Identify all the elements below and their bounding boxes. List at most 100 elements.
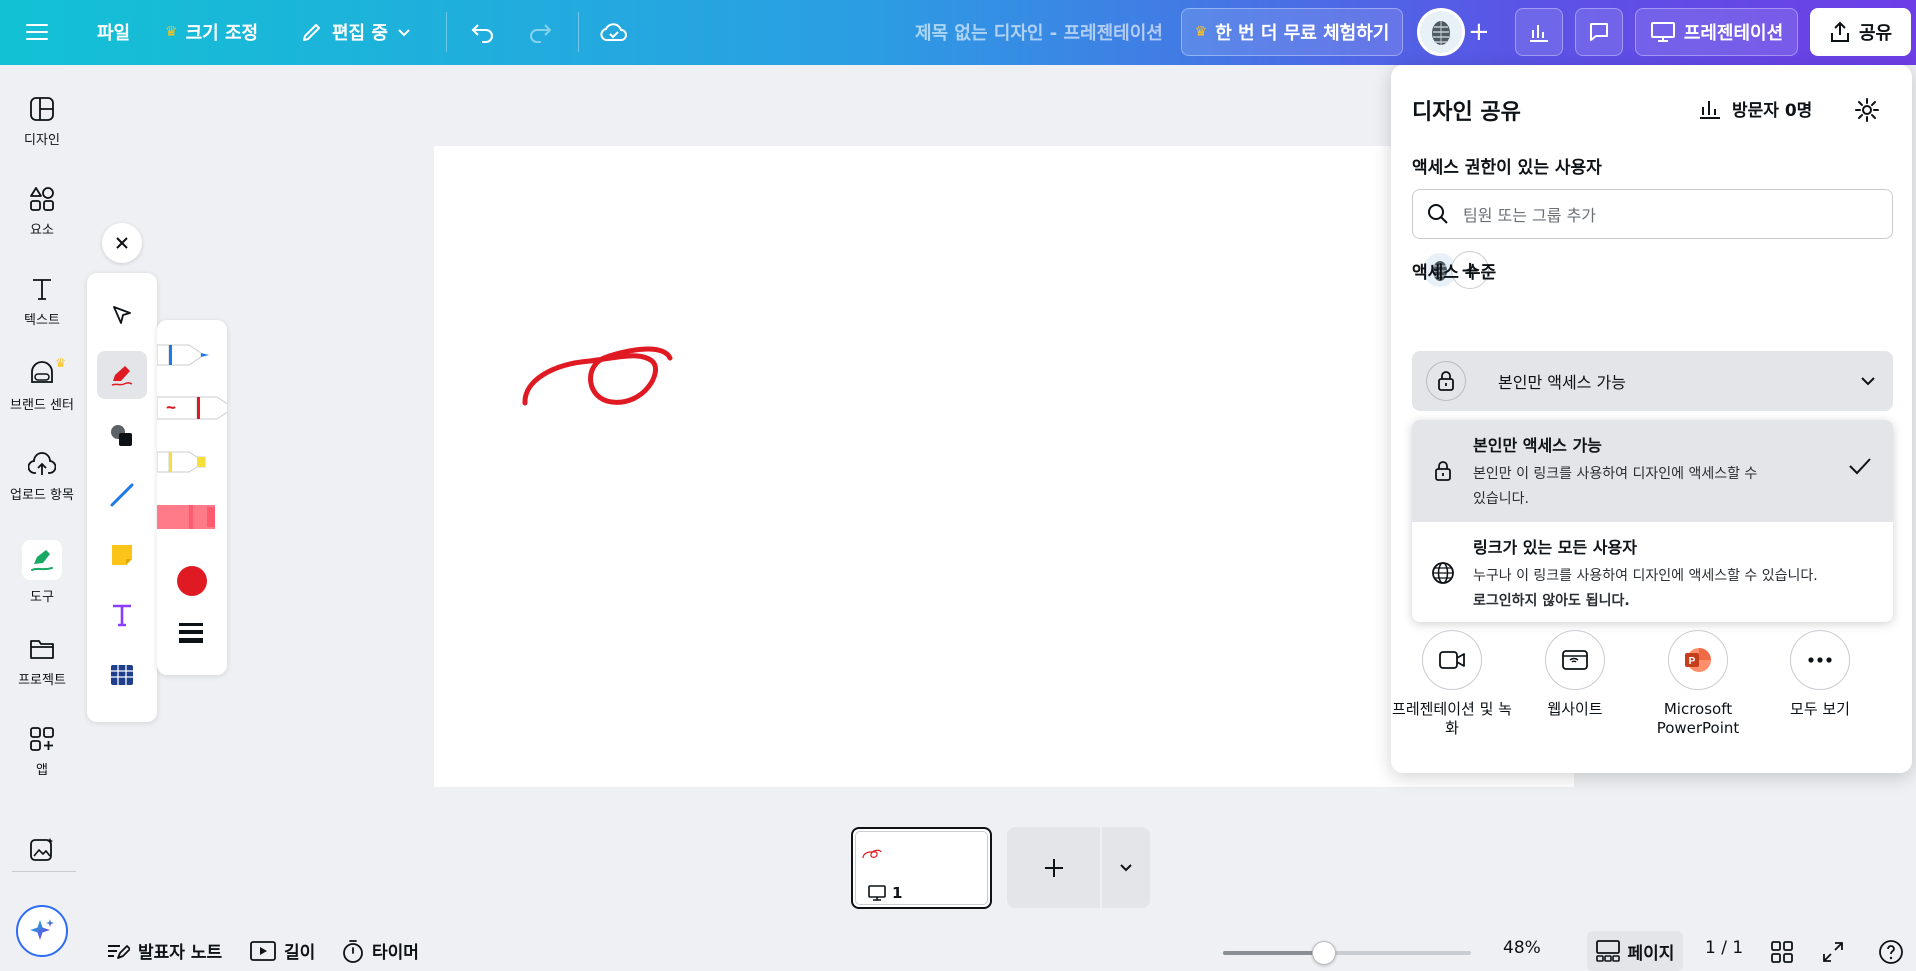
action-label: 모두 보기 bbox=[1790, 700, 1850, 718]
zoom-percentage[interactable]: 48% bbox=[1503, 938, 1541, 958]
insights-icon[interactable] bbox=[1515, 8, 1563, 56]
share-action-website[interactable]: 웹사이트 bbox=[1514, 630, 1636, 719]
zoom-slider-handle[interactable] bbox=[1312, 941, 1336, 965]
action-label: 프레젠테이션 및 녹화 bbox=[1392, 700, 1512, 737]
magic-assistant-button[interactable] bbox=[16, 905, 68, 957]
sidebar-item-label: 도구 bbox=[30, 590, 54, 605]
chevron-down-icon bbox=[398, 29, 410, 37]
bar-chart-icon bbox=[1700, 100, 1720, 119]
share-panel-title: 디자인 공유 bbox=[1412, 100, 1521, 125]
free-trial-button[interactable]: ♛ 한 번 더 무료 체험하기 bbox=[1181, 8, 1403, 56]
access-option-only-me[interactable]: 본인만 액세스 가능 본인만 이 링크를 사용하여 디자인에 액세스할 수 있습… bbox=[1412, 420, 1893, 522]
undo-icon[interactable] bbox=[470, 10, 496, 54]
pen-blue-button[interactable] bbox=[157, 340, 227, 374]
page-counter: 1 / 1 bbox=[1705, 938, 1744, 958]
sidebar-item-label: 앱 bbox=[36, 763, 48, 778]
lock-icon bbox=[1430, 458, 1456, 484]
presentation-icon bbox=[868, 885, 886, 901]
page-number-label: 1 bbox=[892, 884, 903, 902]
red-drawing-stroke bbox=[522, 346, 673, 406]
shapes-tool-button[interactable] bbox=[97, 411, 147, 459]
sidebar-item-text[interactable]: 텍스트 bbox=[0, 275, 84, 328]
close-draw-tools-button[interactable] bbox=[102, 223, 142, 263]
presenter-notes-button[interactable]: 발표자 노트 bbox=[106, 938, 222, 963]
pages-view-button[interactable]: 페이지 bbox=[1587, 931, 1683, 971]
page-thumbnail[interactable]: 1 bbox=[851, 827, 992, 909]
action-label: Microsoft PowerPoint bbox=[1656, 700, 1740, 737]
fullscreen-icon[interactable] bbox=[1819, 938, 1847, 966]
share-action-see-all[interactable]: 모두 보기 bbox=[1759, 630, 1881, 719]
sidebar-item-uploads[interactable]: 업로드 항목 bbox=[0, 450, 84, 503]
sidebar-item-apps[interactable]: 앱 bbox=[0, 725, 84, 778]
line-tool-button[interactable] bbox=[97, 471, 147, 519]
pen-red-button[interactable] bbox=[157, 392, 227, 428]
stroke-weight-button[interactable] bbox=[178, 620, 204, 648]
duration-button[interactable]: 길이 bbox=[250, 938, 315, 963]
checkmark-icon bbox=[1847, 455, 1873, 481]
table-tool-button[interactable] bbox=[97, 651, 147, 699]
highlighter-yellow-button[interactable] bbox=[157, 447, 227, 481]
pen-blue-icon bbox=[157, 344, 209, 366]
page-thumbnail-preview: 1 bbox=[855, 831, 988, 905]
add-member-search-input[interactable]: 팀원 또는 그룹 추가 bbox=[1412, 189, 1893, 239]
share-actions-row: 프레젠테이션 및 녹화 웹사이트 P Microsoft PowerPoint … bbox=[1391, 630, 1912, 750]
gear-icon[interactable] bbox=[1852, 95, 1882, 125]
menu-icon[interactable] bbox=[26, 10, 48, 54]
sidebar-divider bbox=[12, 871, 76, 872]
pencil-icon bbox=[303, 24, 320, 41]
access-level-dropdown: 본인만 액세스 가능 본인만 이 링크를 사용하여 디자인에 액세스할 수 있습… bbox=[1412, 420, 1893, 622]
file-menu[interactable]: 파일 bbox=[97, 10, 130, 54]
sidebar-item-label: 텍스트 bbox=[24, 313, 60, 328]
powerpoint-icon: P bbox=[1668, 630, 1728, 690]
share-action-present-record[interactable]: 프레젠테이션 및 녹화 bbox=[1391, 630, 1513, 738]
sticky-note-tool-button[interactable] bbox=[97, 531, 147, 579]
layout-icon bbox=[28, 95, 56, 123]
top-bar: 파일 ♛ 크기 조정 편집 중 제목 없는 디자인 - 프레젠테이션 ♛ 한 번… bbox=[0, 0, 1916, 65]
pen-tool-button[interactable] bbox=[97, 351, 147, 399]
divider bbox=[578, 12, 579, 52]
share-button[interactable]: 공유 bbox=[1810, 8, 1911, 56]
resize-button[interactable]: ♛ 크기 조정 bbox=[165, 10, 258, 54]
visitors-button[interactable]: 방문자 0명 bbox=[1698, 96, 1812, 121]
sidebar-item-image-gen[interactable] bbox=[0, 835, 84, 863]
cloud-saved-icon[interactable] bbox=[600, 10, 628, 54]
user-avatar[interactable] bbox=[1417, 8, 1465, 56]
marker-pink-button[interactable] bbox=[157, 500, 227, 538]
stroke-weight-icon bbox=[179, 623, 203, 643]
share-design-panel: 디자인 공유 방문자 0명 액세스 권한이 있는 사용자 팀원 또는 그룹 추가… bbox=[1391, 65, 1912, 773]
play-screen-icon bbox=[250, 940, 276, 961]
add-collaborator-icon[interactable]: + bbox=[1468, 10, 1490, 54]
option-description-bold: 로그인하지 않아도 됩니다. bbox=[1473, 593, 1630, 609]
grid-view-icon[interactable] bbox=[1768, 938, 1796, 966]
share-action-powerpoint[interactable]: P Microsoft PowerPoint bbox=[1637, 630, 1759, 738]
pages-grid-icon bbox=[1595, 940, 1620, 962]
add-page-options-button[interactable] bbox=[1102, 827, 1150, 908]
sidebar-item-brand[interactable]: ♛ 브랜드 센터 bbox=[0, 356, 84, 413]
sidebar-item-design[interactable]: 디자인 bbox=[0, 95, 84, 148]
editing-mode-button[interactable]: 편집 중 bbox=[300, 10, 412, 54]
select-tool-button[interactable] bbox=[97, 291, 147, 339]
comment-icon[interactable] bbox=[1575, 8, 1623, 56]
add-page-button[interactable] bbox=[1007, 827, 1100, 908]
brand-icon: ♛ bbox=[28, 356, 66, 388]
sidebar-item-draw[interactable]: 도구 bbox=[0, 540, 84, 605]
sidebar-item-elements[interactable]: 요소 bbox=[0, 185, 84, 238]
timer-button[interactable]: 타이머 bbox=[342, 938, 419, 963]
option-title: 본인만 액세스 가능 bbox=[1473, 436, 1602, 455]
help-icon[interactable] bbox=[1877, 938, 1905, 966]
zoom-slider[interactable] bbox=[1223, 941, 1471, 965]
crown-icon: ♛ bbox=[1194, 24, 1208, 40]
sidebar-item-projects[interactable]: 프로젝트 bbox=[0, 635, 84, 688]
upload-icon bbox=[28, 450, 56, 478]
divider bbox=[446, 12, 447, 52]
present-button[interactable]: 프레젠테이션 bbox=[1635, 8, 1798, 56]
pen-options-panel bbox=[157, 320, 227, 675]
access-level-select[interactable]: 본인만 액세스 가능 bbox=[1412, 351, 1893, 411]
access-option-anyone-with-link[interactable]: 링크가 있는 모든 사용자 누구나 이 링크를 사용하여 디자인에 액세스할 수… bbox=[1412, 522, 1893, 622]
color-picker-button[interactable] bbox=[176, 565, 208, 601]
table-icon bbox=[111, 665, 133, 685]
text-tool-button[interactable] bbox=[97, 591, 147, 639]
pages-label: 페이지 bbox=[1627, 943, 1675, 964]
redo-icon[interactable] bbox=[527, 10, 553, 54]
design-title[interactable]: 제목 없는 디자인 - 프레젠테이션 bbox=[915, 19, 1163, 45]
